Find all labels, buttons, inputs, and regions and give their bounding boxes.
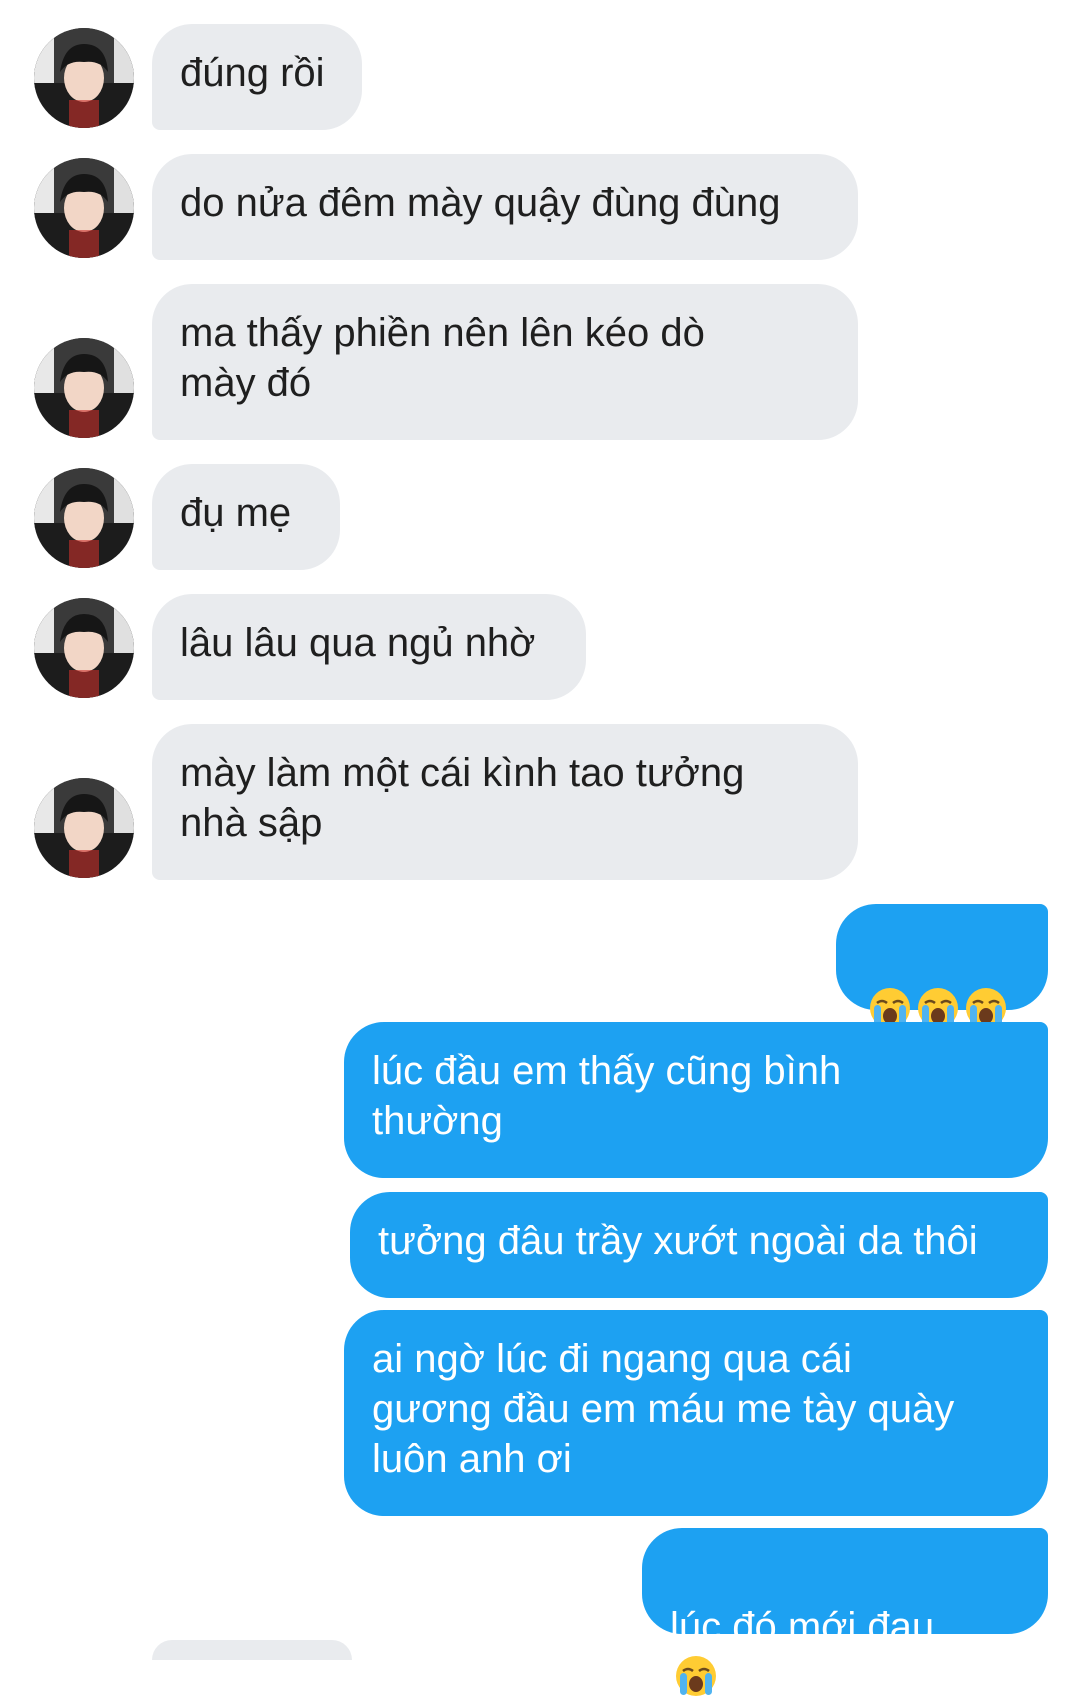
contact-avatar[interactable]	[34, 778, 134, 878]
contact-avatar[interactable]	[34, 468, 134, 568]
message-thread: đúng rồi do nửa đêm mày quậy đùng đùng m…	[0, 0, 1080, 1647]
incoming-message[interactable]: đụ mẹ	[152, 464, 340, 570]
incoming-message[interactable]: mày làm một cái kình tao tưởng nhà sập	[152, 724, 858, 880]
outgoing-message-text: lúc đó mới đau	[670, 1605, 935, 1649]
contact-avatar[interactable]	[34, 598, 134, 698]
contact-avatar[interactable]	[34, 158, 134, 258]
contact-avatar[interactable]	[34, 28, 134, 128]
outgoing-message[interactable]	[836, 904, 1048, 1010]
incoming-message[interactable]: do nửa đêm mày quậy đùng đùng	[152, 154, 858, 260]
outgoing-message[interactable]: tưởng đâu trầy xướt ngoài da thôi	[350, 1192, 1048, 1298]
outgoing-message[interactable]: lúc đầu em thấy cũng bình thường	[344, 1022, 1048, 1178]
outgoing-message[interactable]: lúc đó mới đau	[642, 1528, 1048, 1634]
loudly-crying-face-icon	[674, 1654, 718, 1698]
outgoing-message[interactable]: ai ngờ lúc đi ngang qua cái gương đầu em…	[344, 1310, 1048, 1516]
incoming-message[interactable]: lâu lâu qua ngủ nhờ	[152, 594, 586, 700]
incoming-message[interactable]: ma thấy phiền nên lên kéo dò mày đó	[152, 284, 858, 440]
incoming-message-partial	[152, 1640, 352, 1660]
incoming-message[interactable]: đúng rồi	[152, 24, 362, 130]
contact-avatar[interactable]	[34, 338, 134, 438]
